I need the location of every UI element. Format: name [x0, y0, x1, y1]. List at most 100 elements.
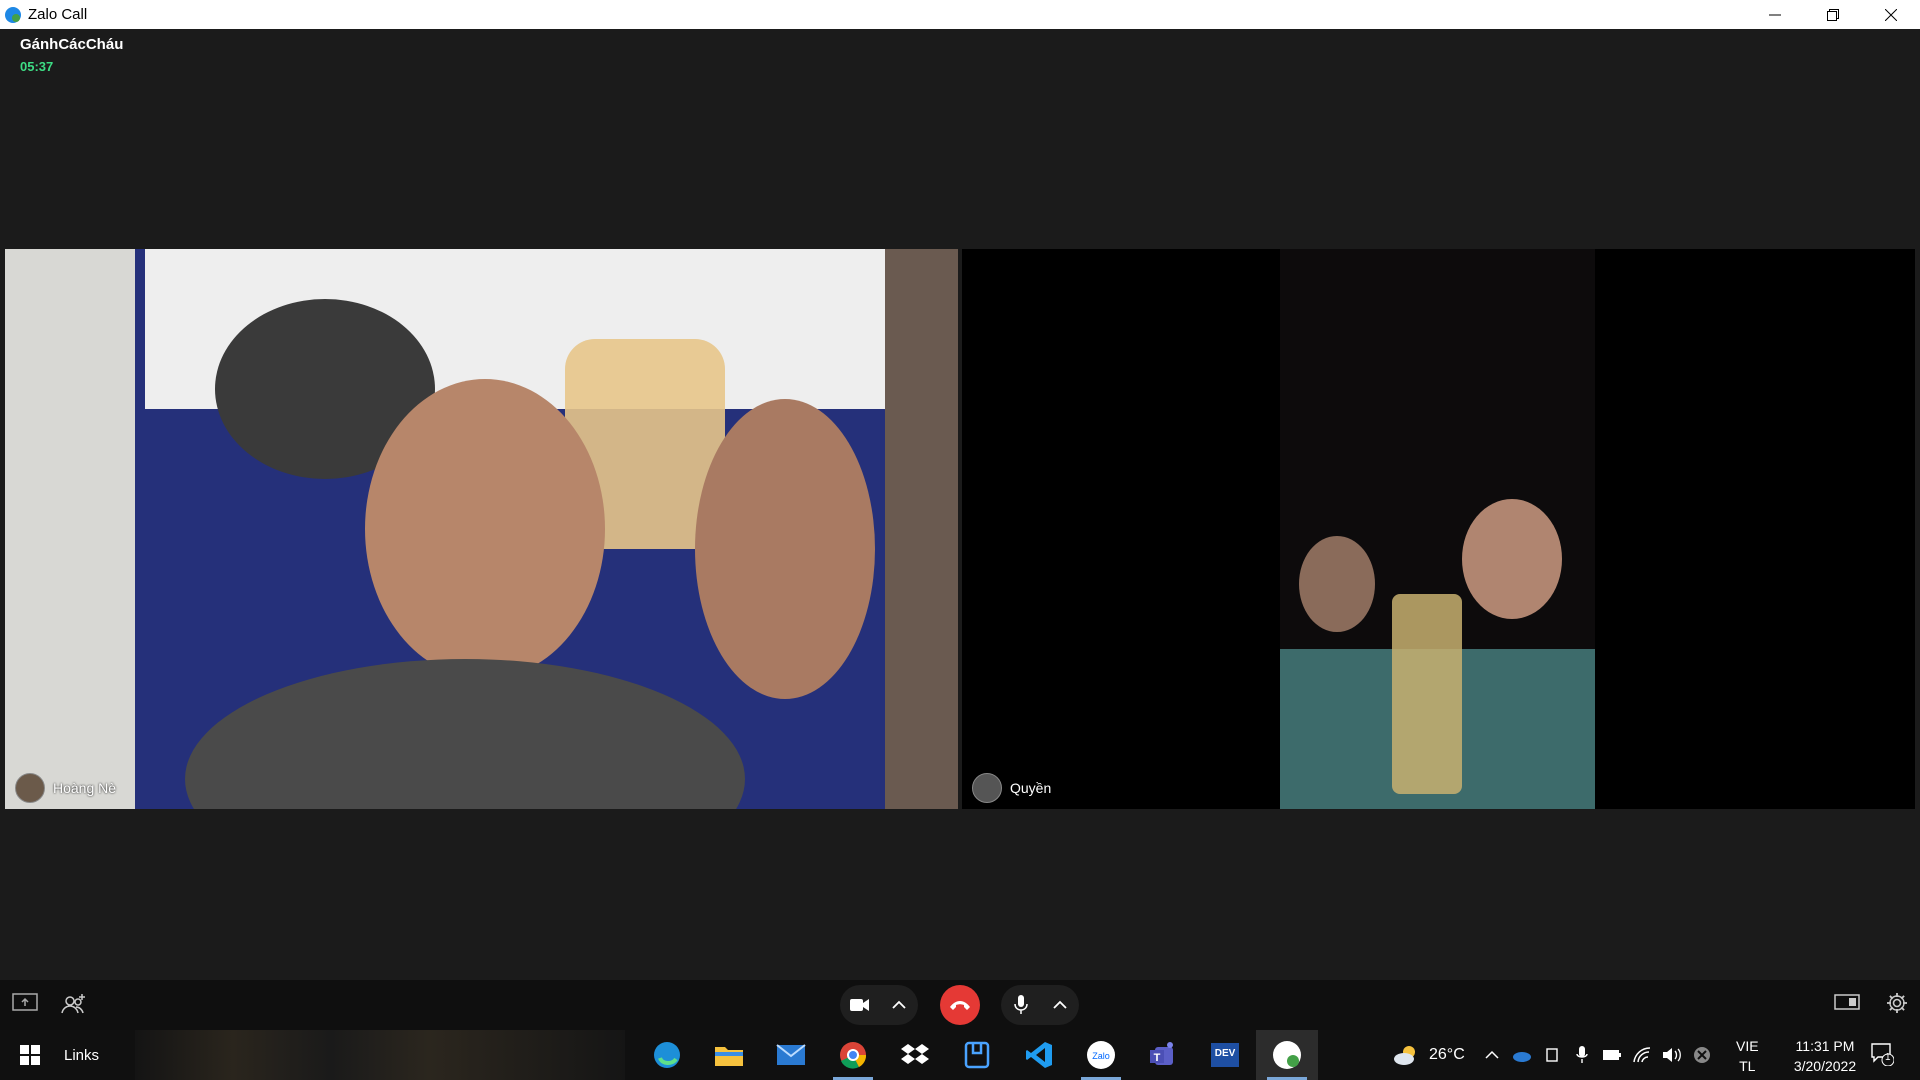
svg-text:Zalo: Zalo — [1092, 1051, 1110, 1061]
taskbar-app-file-explorer[interactable] — [698, 1030, 760, 1080]
taskbar-app-vscode[interactable] — [1008, 1030, 1070, 1080]
hang-up-icon — [950, 1001, 970, 1010]
add-people-icon — [61, 994, 85, 1014]
video-tile-1[interactable]: Hoàng Nè — [5, 249, 958, 809]
start-button[interactable] — [0, 1030, 60, 1080]
edge-icon — [654, 1042, 680, 1068]
status-tray[interactable] — [1687, 1046, 1717, 1064]
restore-button[interactable] — [1804, 0, 1862, 29]
taskbar-app-dropbox[interactable] — [884, 1030, 946, 1080]
avatar — [15, 773, 45, 803]
svg-text:DEV: DEV — [1215, 1048, 1236, 1059]
clock-time: 11:31 PM — [1795, 1038, 1855, 1054]
title-bar: Zalo Call — [0, 0, 1920, 29]
chevron-up-icon — [1485, 1050, 1499, 1059]
zalo-call-icon — [1273, 1041, 1301, 1069]
links-toolbar[interactable]: Links — [64, 1047, 99, 1064]
taskbar-background-strip — [135, 1030, 625, 1080]
weather-temperature[interactable]: 26°C — [1429, 1046, 1465, 1064]
participant-video — [962, 249, 1915, 809]
wifi-tray[interactable] — [1627, 1047, 1657, 1063]
chevron-up-icon — [1052, 1000, 1067, 1009]
minimize-button[interactable] — [1746, 0, 1804, 29]
speaker-icon — [1662, 1048, 1681, 1062]
chrome-icon — [840, 1042, 867, 1069]
microphone-icon — [1576, 1046, 1588, 1063]
call-header: GánhCácCháu 05:37 — [20, 36, 123, 74]
zalo-call-app-icon — [5, 6, 21, 23]
taskbar-clock[interactable]: 11:31 PM 3/20/2022 — [1775, 1036, 1875, 1076]
dropbox-icon — [901, 1044, 929, 1064]
microphone-tray[interactable] — [1567, 1046, 1597, 1064]
file-explorer-icon — [715, 1047, 743, 1066]
language-code: VIE — [1736, 1038, 1759, 1054]
system-tray: 26°C — [1393, 1030, 1717, 1080]
layout-icon — [1834, 994, 1860, 1010]
participant-video — [5, 249, 958, 809]
taskbar-app-teams[interactable]: T — [1132, 1030, 1194, 1080]
taskbar-app-mail[interactable] — [760, 1030, 822, 1080]
participant-label: Hoàng Nè — [15, 773, 116, 803]
windows-taskbar: Links Zalo T DEV 26°C VIE TL 11:31 PM 3/… — [0, 1030, 1920, 1080]
camera-toggle-button[interactable] — [840, 985, 879, 1025]
dev-icon: DEV — [1211, 1043, 1239, 1067]
device-tray[interactable] — [1537, 1047, 1567, 1063]
wifi-icon — [1633, 1047, 1650, 1063]
input-method: TL — [1739, 1058, 1756, 1074]
avatar — [972, 773, 1002, 803]
taskbar-apps: Zalo T DEV — [636, 1030, 1318, 1080]
add-participant-button[interactable] — [60, 992, 88, 1021]
mail-icon — [776, 1044, 806, 1065]
end-call-button[interactable] — [940, 985, 980, 1025]
gear-icon — [1887, 993, 1907, 1013]
notification-count: 1 — [1885, 1052, 1891, 1063]
teams-icon: T — [1150, 1042, 1173, 1065]
volume-tray[interactable] — [1657, 1047, 1687, 1063]
taskbar-app-chrome[interactable] — [822, 1030, 884, 1080]
settings-button[interactable] — [1886, 992, 1908, 1019]
restore-icon — [1827, 8, 1839, 21]
taskbar-app-dev[interactable]: DEV — [1194, 1030, 1256, 1080]
app-icon — [964, 1041, 990, 1069]
weather-icon[interactable] — [1393, 1044, 1421, 1066]
zalo-icon: Zalo — [1087, 1041, 1115, 1069]
taskbar-app-generic[interactable] — [946, 1030, 1008, 1080]
microphone-toggle-button[interactable] — [1001, 985, 1040, 1025]
participant-name: Hoàng Nè — [53, 780, 117, 796]
device-icon — [1546, 1048, 1558, 1062]
close-icon — [1885, 8, 1897, 21]
camera-icon — [849, 999, 869, 1011]
input-language[interactable]: VIE TL — [1736, 1036, 1759, 1076]
show-hidden-icons-button[interactable] — [1477, 1050, 1507, 1060]
close-button[interactable] — [1862, 0, 1920, 29]
call-controls-bar — [0, 980, 1920, 1030]
share-screen-icon — [12, 993, 38, 1011]
call-title: GánhCácCháu — [20, 36, 124, 53]
notification-center-button[interactable]: 1 — [1870, 1042, 1895, 1071]
video-tile-2[interactable]: Quyền — [962, 249, 1915, 809]
clock-date: 3/20/2022 — [1793, 1058, 1857, 1074]
microphone-icon — [1013, 995, 1028, 1014]
camera-control — [840, 985, 918, 1025]
battery-tray[interactable] — [1597, 1049, 1627, 1061]
taskbar-app-zalo[interactable]: Zalo — [1070, 1030, 1132, 1080]
call-timer: 05:37 — [20, 59, 54, 74]
vscode-icon — [1026, 1042, 1052, 1068]
windows-logo-icon — [20, 1045, 40, 1065]
layout-button[interactable] — [1834, 992, 1860, 1019]
microphone-control — [1001, 985, 1079, 1025]
cloud-icon — [1512, 1052, 1531, 1062]
onedrive-tray[interactable] — [1507, 1048, 1537, 1062]
battery-icon — [1602, 1050, 1621, 1060]
participant-name: Quyền — [1010, 780, 1052, 796]
svg-text:T: T — [1154, 1052, 1161, 1064]
window-title: Zalo Call — [28, 6, 88, 23]
microphone-options-button[interactable] — [1040, 985, 1079, 1025]
taskbar-app-zalo-call[interactable] — [1256, 1030, 1318, 1080]
share-screen-button[interactable] — [12, 992, 38, 1021]
close-circle-icon — [1693, 1047, 1710, 1063]
chevron-up-icon — [891, 1000, 906, 1009]
minimize-icon — [1769, 14, 1781, 15]
camera-options-button[interactable] — [879, 985, 918, 1025]
taskbar-app-edge[interactable] — [636, 1030, 698, 1080]
